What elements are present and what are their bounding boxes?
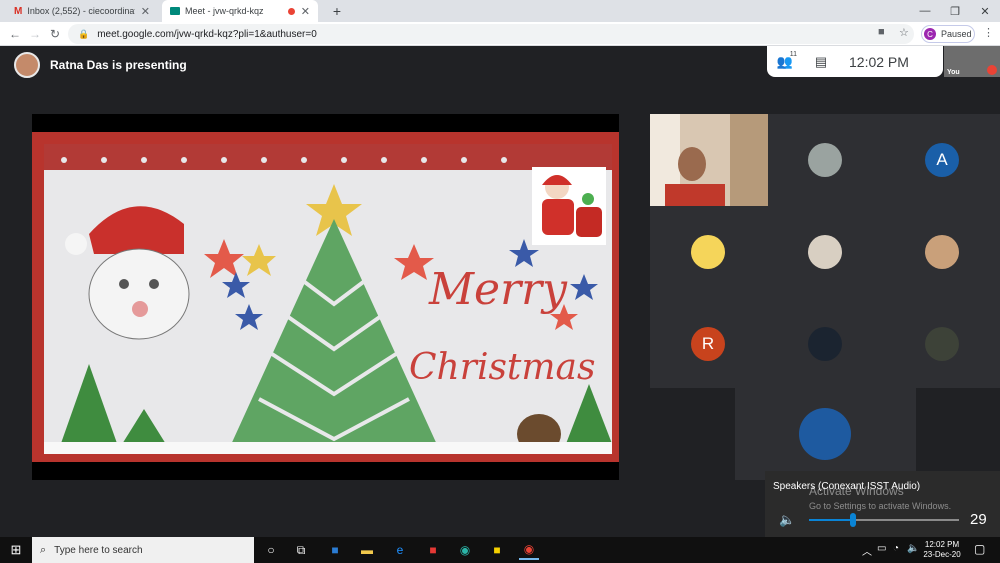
card-paper: Merry Christmas: [44, 144, 614, 454]
chrome-icon[interactable]: ◉: [519, 540, 539, 560]
avatar: [925, 327, 959, 361]
reload-button[interactable]: ↻: [46, 25, 64, 43]
participant-tile[interactable]: R: [650, 298, 767, 390]
system-clock[interactable]: 12:02 PM 23-Dec-20: [918, 540, 966, 560]
gmail-icon: M: [14, 5, 23, 17]
avatar-initial: A: [925, 143, 959, 177]
presentation-screen: Merry Christmas: [32, 114, 619, 480]
address-bar[interactable]: 🔒 meet.google.com/jvw-qrkd-kqz?pli=1&aut…: [68, 24, 914, 44]
meeting-time: 12:02 PM: [849, 53, 909, 70]
card-text-merry: Merry: [428, 264, 568, 315]
search-placeholder: Type here to search: [54, 544, 143, 556]
card-illustration: Merry Christmas: [44, 144, 614, 454]
sticky-notes-icon[interactable]: ■: [487, 540, 507, 560]
close-icon[interactable]: ✕: [301, 5, 310, 18]
volume-value: 29: [970, 511, 987, 528]
battery-icon[interactable]: ▭: [877, 543, 886, 554]
presenter-label: Ratna Das is presenting: [14, 52, 187, 78]
file-explorer-icon[interactable]: ▬: [357, 540, 377, 560]
participant-tile[interactable]: [735, 388, 916, 480]
bookmark-star-icon[interactable]: ☆: [899, 26, 909, 39]
meeting-controls: 👥 11 ▤ 12:02 PM: [767, 46, 943, 77]
avatar: [808, 235, 842, 269]
taskbar-search[interactable]: ⌕ Type here to search: [32, 537, 254, 563]
volume-slider[interactable]: [809, 513, 959, 527]
menu-icon[interactable]: ⋮: [983, 26, 994, 39]
participant-tile[interactable]: [767, 114, 884, 206]
self-view[interactable]: You: [944, 46, 1000, 77]
watermark-subtitle: Go to Settings to activate Windows.: [809, 501, 952, 511]
participant-tile[interactable]: [650, 206, 767, 298]
tab-title: Inbox (2,552) - ciecoordinator@: [27, 6, 135, 16]
avatar: [799, 408, 851, 460]
clock-date: 23-Dec-20: [923, 550, 961, 559]
back-button[interactable]: ←: [6, 25, 24, 43]
self-label: You: [947, 69, 960, 76]
camera-icon[interactable]: ■: [878, 26, 885, 38]
app-icon[interactable]: ■: [423, 540, 443, 560]
clock-time: 12:02 PM: [924, 540, 960, 549]
participant-tile[interactable]: [767, 206, 884, 298]
maximize-button[interactable]: ❐: [940, 0, 970, 22]
avatar: [691, 235, 725, 269]
meet-stage: Ratna Das is presenting 👥 11 ▤ 12:02 PM Y…: [0, 46, 1000, 537]
profile-button[interactable]: C Paused: [921, 25, 975, 43]
participant-tile-video[interactable]: [650, 114, 768, 206]
browser-toolbar: ← → ↻ 🔒 meet.google.com/jvw-qrkd-kqz?pli…: [0, 22, 1000, 46]
tab-strip: M Inbox (2,552) - ciecoordinator@ ✕ Meet…: [0, 0, 1000, 22]
search-icon: ⌕: [40, 543, 47, 556]
participant-tile[interactable]: [767, 298, 884, 390]
people-icon[interactable]: 👥 11: [767, 50, 803, 70]
cortana-icon[interactable]: ○: [261, 540, 281, 560]
minimize-button[interactable]: —: [910, 0, 940, 22]
url-text: meet.google.com/jvw-qrkd-kqz?pli=1&authu…: [97, 28, 317, 40]
notification-icon[interactable]: ▢: [974, 542, 985, 556]
tab-meet[interactable]: Meet - jvw-qrkd-kqz ✕: [162, 0, 318, 22]
edge-icon[interactable]: ◉: [455, 540, 475, 560]
avatar: [925, 235, 959, 269]
profile-status: Paused: [941, 29, 972, 39]
volume-flyout: Activate Windows Speakers (Conexant ISST…: [765, 471, 1000, 537]
participant-tile[interactable]: A: [884, 114, 1000, 206]
forward-button[interactable]: →: [26, 25, 44, 43]
tab-title: Meet - jvw-qrkd-kqz: [185, 6, 264, 16]
volume-thumb[interactable]: [849, 513, 856, 527]
tab-inbox[interactable]: M Inbox (2,552) - ciecoordinator@ ✕: [6, 0, 158, 22]
avatar: [14, 52, 40, 78]
participant-tile[interactable]: [884, 298, 1000, 390]
presenter-text: Ratna Das is presenting: [50, 58, 187, 72]
avatar: [808, 327, 842, 361]
recording-icon: [287, 7, 295, 15]
profile-avatar: C: [924, 28, 936, 40]
new-tab-button[interactable]: +: [322, 0, 352, 22]
volume-fill: [809, 519, 853, 521]
chat-icon[interactable]: ▤: [803, 54, 839, 70]
internet-explorer-icon[interactable]: e: [390, 540, 410, 560]
meet-icon: [170, 7, 180, 15]
close-icon[interactable]: ✕: [141, 5, 150, 18]
audio-device-label[interactable]: Speakers (Conexant ISST Audio): [773, 481, 920, 492]
participant-count: 11: [789, 50, 797, 58]
tray-chevron-icon[interactable]: ︿: [862, 543, 872, 558]
avatar: [808, 143, 842, 177]
windows-start-icon[interactable]: ⊞: [0, 537, 32, 563]
mic-off-icon: [987, 65, 997, 75]
taskbar: ⊞ ⌕ Type here to search ○ ⧉ ■ ▬ e ■ ◉ ■ …: [0, 537, 1000, 563]
wifi-icon[interactable]: ◔: [893, 543, 899, 554]
lock-icon: 🔒: [78, 28, 90, 39]
task-view-icon[interactable]: ⧉: [291, 540, 311, 560]
christmas-card-image: Merry Christmas: [32, 132, 619, 462]
close-window-button[interactable]: ✕: [970, 0, 1000, 22]
card-text-christmas: Christmas: [409, 347, 595, 388]
avatar-initial: R: [691, 327, 725, 361]
participant-grid: A R: [650, 114, 1000, 388]
participant-tile[interactable]: [884, 206, 1000, 298]
santa-sticker: [532, 167, 606, 245]
speaker-icon[interactable]: 🔈: [779, 512, 795, 528]
outlook-icon[interactable]: ■: [325, 540, 345, 560]
